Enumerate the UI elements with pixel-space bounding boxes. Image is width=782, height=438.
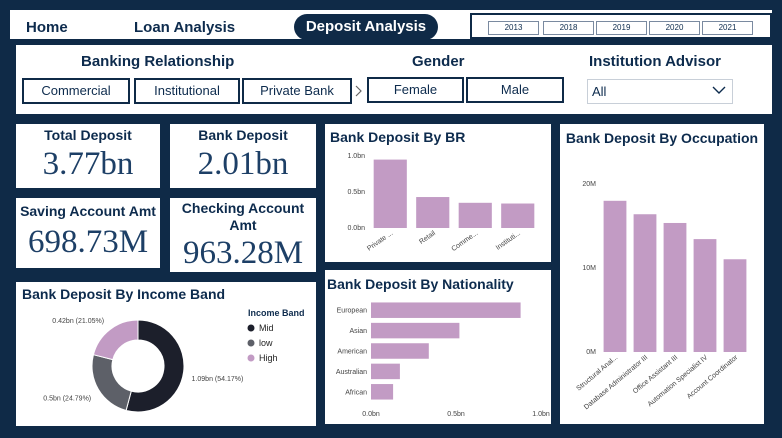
legend-title: Income Band: [248, 308, 305, 318]
chip-commercial[interactable]: Commercial: [22, 78, 130, 104]
y-tick-label: 0M: [586, 349, 596, 356]
year-slicer: 2013 2018 2019 2020 2021: [470, 13, 772, 39]
institution-advisor-title: Institution Advisor: [589, 53, 721, 70]
y-tick-label: American: [337, 349, 367, 356]
x-tick-label: Retail: [418, 230, 437, 246]
data-label-high: 0.42bn (21.05%): [52, 318, 104, 325]
x-tick-label: 0.5bn: [447, 411, 465, 418]
x-tick-label: Account Coordinator: [686, 354, 740, 401]
chart-title-by-nationality: Bank Deposit By Nationality: [327, 276, 514, 292]
bar-instituti: [501, 203, 535, 228]
dropdown-selected-value: All: [592, 84, 607, 99]
kpi-total-deposit-title: Total Deposit: [44, 127, 132, 143]
y-tick-label: 1.0bn: [347, 153, 365, 160]
bar-automation-specialist-iv: [693, 239, 717, 352]
chart-by-br: 0.0bn 0.5bn 1.0bn Private ... Retail Comme...…: [347, 153, 535, 253]
bar-private: [373, 159, 407, 228]
chart-by-occupation: 0M10M20MStructural Anal...Database Admin…: [575, 181, 747, 411]
data-label-mid: 1.09bn (54.17%): [192, 376, 244, 383]
banking-relationship-title: Banking Relationship: [81, 53, 235, 70]
y-tick-label: 0.5bn: [347, 189, 365, 196]
legend-marker-high: [247, 354, 255, 362]
year-button-2019[interactable]: 2019: [596, 21, 647, 35]
chart-panel-by-br: Bank Deposit By BR 0.0bn 0.5bn 1.0bn Privat…: [323, 122, 553, 264]
x-tick-label: Instituti...: [495, 230, 522, 252]
bar-comme: [458, 202, 492, 228]
nav-home[interactable]: Home: [26, 19, 68, 36]
filters-panel: Banking Relationship Commercial Institut…: [14, 43, 774, 116]
top-navbar: Home Loan Analysis Deposit Analysis 2013…: [8, 8, 774, 41]
x-tick-label: 0.0bn: [362, 411, 380, 418]
chip-institutional[interactable]: Institutional: [134, 78, 240, 104]
x-tick-label: 1.0bn: [532, 411, 550, 418]
institution-advisor-dropdown[interactable]: All: [587, 79, 733, 104]
kpi-saving-account: Saving Account Amt 698.73M: [14, 196, 162, 270]
legend-marker-mid: [247, 324, 255, 332]
chart-title-by-income-band: Bank Deposit By Income Band: [22, 286, 226, 302]
bar-account-coordinator: [723, 259, 747, 352]
kpi-checking-account: Checking Account Amt 963.28M: [168, 196, 318, 274]
y-tick-label: Asian: [349, 328, 367, 335]
bar-american: [371, 343, 429, 359]
bar-european: [371, 302, 521, 318]
year-button-2018[interactable]: 2018: [543, 21, 594, 35]
year-button-2020[interactable]: 2020: [649, 21, 700, 35]
chart-by-income-band: 1.09bn (54.17%) 0.5bn (24.79%) 0.42bn (21.…: [43, 308, 305, 413]
chart-panel-by-occupation: Bank Deposit By Occupation 0M 10M 20M Struc…: [558, 122, 766, 426]
kpi-bank-deposit-title: Bank Deposit: [198, 127, 288, 143]
kpi-saving-account-title: Saving Account Amt: [20, 203, 156, 219]
y-tick-label: European: [337, 308, 367, 315]
y-tick-label: 0.0bn: [347, 225, 365, 232]
bar-database-administrator-iii: [633, 214, 657, 352]
kpi-bank-deposit-value: 2.01bn: [197, 146, 289, 182]
legend-label-low: low: [259, 338, 273, 348]
y-tick-label: 10M: [582, 265, 596, 272]
kpi-saving-account-value: 698.73M: [27, 224, 149, 260]
chart-by-nationality: European Asian American Australian African 0.…: [336, 302, 550, 418]
chevron-down-icon: [712, 86, 726, 94]
nav-deposit-analysis[interactable]: Deposit Analysis: [294, 14, 438, 40]
chip-male[interactable]: Male: [466, 77, 564, 103]
chart-title-by-occupation: Bank Deposit By Occupation: [565, 130, 759, 146]
chip-female[interactable]: Female: [367, 77, 464, 103]
x-tick-label: Private ...: [366, 230, 394, 253]
slice-high: [92, 319, 139, 361]
year-button-2021[interactable]: 2021: [702, 21, 753, 35]
y-tick-label: 20M: [582, 181, 596, 188]
kpi-total-deposit-value: 3.77bn: [42, 146, 134, 182]
kpi-checking-account-title: Checking Account Amt: [181, 200, 305, 233]
legend-marker-low: [247, 339, 255, 347]
kpi-total-deposit: Total Deposit 3.77bn: [14, 122, 162, 190]
legend-label-high: High: [259, 353, 278, 363]
nav-loan-analysis[interactable]: Loan Analysis: [134, 19, 235, 36]
legend-label-mid: Mid: [259, 323, 274, 333]
chart-panel-by-income-band: Bank Deposit By Income Band 1.09bn (54.1…: [14, 280, 318, 428]
bar-asian: [371, 322, 460, 339]
data-label-low: 0.5bn (24.79%): [43, 395, 91, 402]
bar-australian: [371, 363, 400, 380]
bar-african: [371, 384, 394, 400]
x-tick-label: Comme...: [451, 230, 480, 253]
chip-private-bank[interactable]: Private Bank: [242, 78, 352, 104]
kpi-checking-account-value: 963.28M: [182, 235, 304, 271]
bar-structural-anal: [603, 200, 627, 352]
bar-office-assistant-iii: [663, 222, 687, 352]
chart-title-by-br: Bank Deposit By BR: [330, 129, 466, 145]
chart-panel-by-nationality: Bank Deposit By Nationality European Asia…: [323, 268, 553, 426]
x-tick-label: Automation Specialist IV: [647, 354, 710, 408]
gender-title: Gender: [412, 53, 465, 70]
kpi-bank-deposit: Bank Deposit 2.01bn: [168, 122, 318, 190]
bar-retail: [416, 197, 450, 228]
year-button-2013[interactable]: 2013: [488, 21, 539, 35]
y-tick-label: African: [345, 389, 367, 396]
slice-low: [91, 354, 132, 412]
y-tick-label: Australian: [336, 369, 367, 376]
chevron-right-icon[interactable]: [354, 85, 364, 97]
